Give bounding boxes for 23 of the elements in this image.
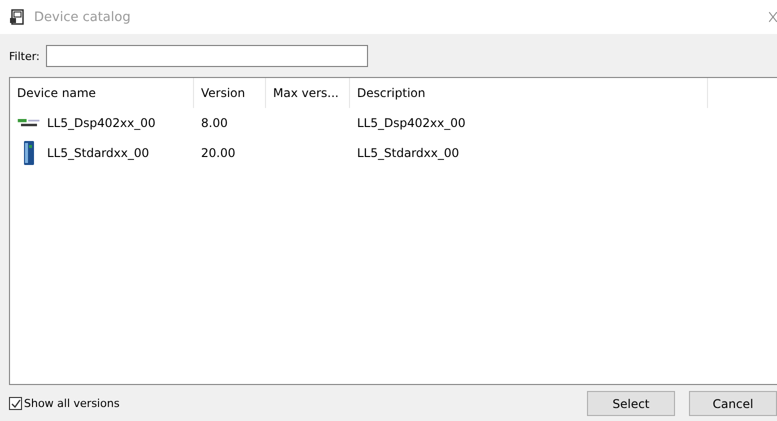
description-cell-text: LL5_Dsp402xx_00: [356, 116, 466, 130]
device-module-icon: [23, 141, 35, 165]
display-module-icon: [17, 118, 41, 128]
version-cell-text: 20.00: [200, 146, 236, 160]
column-header[interactable]: Max vers...: [266, 78, 350, 108]
checkmark-icon: [10, 398, 20, 408]
description-cell-text: LL5_Stdardxx_00: [356, 146, 460, 160]
cabinet-icon: [9, 9, 25, 25]
cancel-button[interactable]: Cancel: [689, 391, 777, 416]
close-icon[interactable]: [769, 12, 777, 22]
device-name-cell[interactable]: LL5_Dsp402xx_00: [10, 116, 194, 130]
device-name: LL5_Dsp402xx_00: [47, 116, 156, 130]
column-header[interactable]: Description: [350, 78, 708, 108]
device-name: LL5_Stdardxx_00: [47, 146, 150, 160]
select-button[interactable]: Select: [587, 391, 675, 416]
filter-field[interactable]: [46, 45, 368, 67]
device-name-cell[interactable]: LL5_Stdardxx_00: [10, 141, 194, 165]
column-header[interactable]: Device name: [10, 78, 194, 108]
version-cell-text: 8.00: [200, 116, 229, 130]
window-title: Device catalog: [34, 10, 132, 24]
filter-label: Filter:: [9, 50, 40, 62]
column-header[interactable]: Version: [194, 78, 266, 108]
show-all-versions-checkbox[interactable]: Show all versions: [9, 397, 587, 410]
